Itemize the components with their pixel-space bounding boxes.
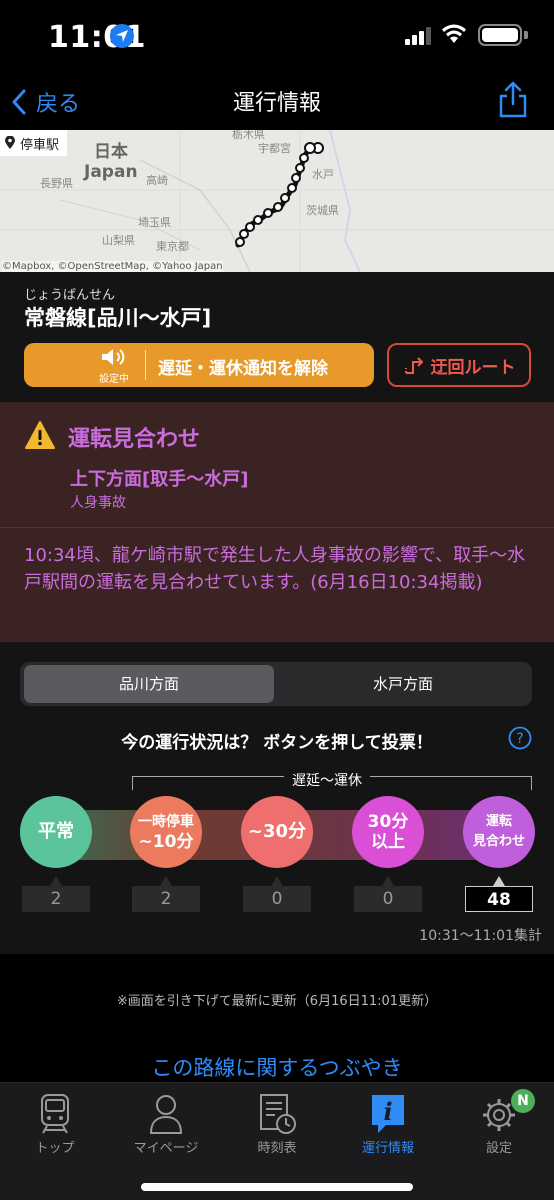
cellular-signal-icon — [405, 27, 431, 45]
new-badge: N — [511, 1089, 535, 1113]
tab-mypage[interactable]: マイページ — [116, 1091, 216, 1156]
battery-icon — [478, 24, 528, 46]
alert-detail: 10:34頃、龍ケ崎市駅で発生した人身事故の影響で、取手〜水戸駅間の運転を見合わ… — [24, 545, 526, 593]
vote-stop-10min-label-1: 一時停車 — [138, 814, 194, 830]
vote-over-30min-label-1: 30分 — [367, 812, 409, 832]
tweets-link[interactable]: この路線に関するつぶやき — [0, 1052, 554, 1082]
detour-route-button[interactable]: 迂回ルート — [387, 343, 531, 387]
vote-over-30min-button[interactable]: 30分 以上 — [352, 796, 424, 868]
map-label-nagano: 長野県 — [40, 177, 73, 190]
vote-suspended-label-2: 見合わせ — [472, 834, 525, 849]
delay-range-label: 遅延〜運休 — [284, 773, 370, 789]
home-indicator — [141, 1183, 413, 1191]
map-credit: ©Mapbox, ©OpenStreetMap, ©Yahoo Japan — [2, 261, 223, 272]
tab-settings-label: 設定 — [485, 1141, 512, 1156]
map-label-yamanashi: 山梨県 — [102, 234, 135, 247]
tab-mypage-label: マイページ — [133, 1141, 199, 1156]
wifi-icon — [442, 24, 466, 43]
vote-stop-10min-label-2: ~10分 — [138, 832, 194, 852]
info-icon: i — [372, 1095, 404, 1133]
notify-setting-label: 設定中 — [99, 374, 129, 385]
vote-count-normal: 2 — [22, 886, 90, 912]
segment-shinagawa[interactable]: 品川方面 — [24, 665, 274, 703]
alert-direction: 上下方面[取手〜水戸] — [70, 469, 249, 490]
page-title: 運行情報 — [232, 91, 321, 116]
line-reading: じょうばんせん — [24, 288, 116, 303]
alert-divider — [0, 527, 554, 528]
count-pointer — [160, 876, 172, 886]
vote-count-over-30min: 0 — [354, 886, 422, 912]
speaker-icon — [102, 349, 125, 365]
detour-button-label: 迂回ルート — [430, 357, 516, 378]
map-label-ibaraki: 茨城県 — [306, 204, 339, 217]
station-filter-chip[interactable]: 停車駅 — [0, 130, 68, 156]
map-label-mito: 水戸 — [312, 168, 334, 181]
tab-settings[interactable]: 設定 N — [449, 1089, 549, 1156]
count-pointer — [271, 876, 283, 886]
status-vote-section: 品川方面 水戸方面 今の運行状況は？ ボタンを押して投票！ ? 遅延〜運休 平常… — [0, 642, 554, 954]
vote-count-suspended: 48 — [465, 886, 533, 912]
vote-count-30min: 0 — [243, 886, 311, 912]
vote-count-stop-10min: 2 — [132, 886, 200, 912]
svg-text:i: i — [383, 1097, 392, 1126]
segment-mito[interactable]: 水戸方面 — [278, 665, 528, 703]
vote-suspended-label-1: 運転 — [485, 814, 512, 829]
service-alert: 運転見合わせ 上下方面[取手〜水戸] 人身事故 10:34頃、龍ケ崎市駅で発生し… — [0, 402, 554, 642]
line-header: じょうばんせん 常磐線[品川〜水戸] 設定中 遅延・運休通知を解除 迂回ルート — [0, 272, 554, 402]
train-icon — [41, 1094, 69, 1134]
map-label-takasaki: 高崎 — [146, 174, 168, 187]
alert-status: 運転見合わせ — [68, 427, 201, 452]
map-label-nihon: 日本 — [94, 142, 128, 162]
vote-question: 今の運行状況は？ ボタンを押して投票！ — [121, 733, 433, 753]
tally-period: 10:31〜11:01集計 — [419, 928, 542, 944]
notification-toggle-button[interactable]: 設定中 遅延・運休通知を解除 — [24, 343, 374, 387]
person-icon — [149, 1095, 183, 1134]
map-label-utsunomiya: 宇都宮 — [258, 142, 291, 155]
status-bar: 11:01 — [0, 0, 554, 80]
vote-normal-label: 平常 — [38, 821, 74, 842]
count-pointer — [382, 876, 394, 886]
count-pointer — [50, 876, 62, 886]
location-arrow-icon — [110, 24, 134, 48]
vote-over-30min-label-2: 以上 — [370, 832, 405, 852]
share-icon[interactable] — [496, 80, 530, 120]
alert-cause: 人身事故 — [70, 495, 126, 511]
update-note: ※画面を引き下げて最新に更新（6月16日11:01更新） — [116, 994, 438, 1009]
notify-divider — [145, 350, 146, 380]
vote-suspended-button[interactable]: 運転 見合わせ — [463, 796, 535, 868]
timetable-icon — [260, 1094, 296, 1134]
map-label-japan: Japan — [84, 162, 138, 182]
pin-icon — [5, 136, 15, 149]
svg-text:?: ? — [516, 731, 523, 747]
tab-timetable-label: 時刻表 — [257, 1141, 297, 1156]
tab-service-info[interactable]: i 運行情報 — [338, 1091, 438, 1156]
vote-30min-label: ~30分 — [247, 821, 307, 842]
vote-normal-button[interactable]: 平常 — [20, 796, 92, 868]
notify-button-label: 遅延・運休通知を解除 — [158, 359, 328, 379]
station-chip-label: 停車駅 — [20, 137, 60, 153]
map-label-tokyo: 東京都 — [156, 240, 189, 253]
route-map[interactable]: 停車駅 栃木県 宇都宮 日本 Japan 長野県 高崎 水戸 茨城県 埼玉県 山… — [0, 130, 554, 272]
update-info: ※画面を引き下げて最新に更新（6月16日11:01更新） この路線に関するつぶや… — [0, 954, 554, 1084]
navigation-bar: 戻る 運行情報 — [0, 80, 554, 130]
tab-service-info-label: 運行情報 — [361, 1141, 414, 1156]
map-label-saitama: 埼玉県 — [138, 216, 171, 229]
tab-timetable[interactable]: 時刻表 — [227, 1091, 327, 1156]
line-name: 常磐線[品川〜水戸] — [24, 306, 212, 330]
warning-icon — [25, 421, 55, 449]
direction-segmented-control: 品川方面 水戸方面 — [20, 662, 532, 706]
tab-top[interactable]: トップ — [5, 1091, 105, 1156]
tab-top-label: トップ — [35, 1141, 75, 1156]
vote-30min-button[interactable]: ~30分 — [241, 796, 313, 868]
detour-arrow-icon — [404, 357, 423, 374]
vote-stop-10min-button[interactable]: 一時停車 ~10分 — [130, 796, 202, 868]
help-icon[interactable]: ? — [508, 726, 532, 750]
count-pointer-selected — [493, 876, 505, 886]
